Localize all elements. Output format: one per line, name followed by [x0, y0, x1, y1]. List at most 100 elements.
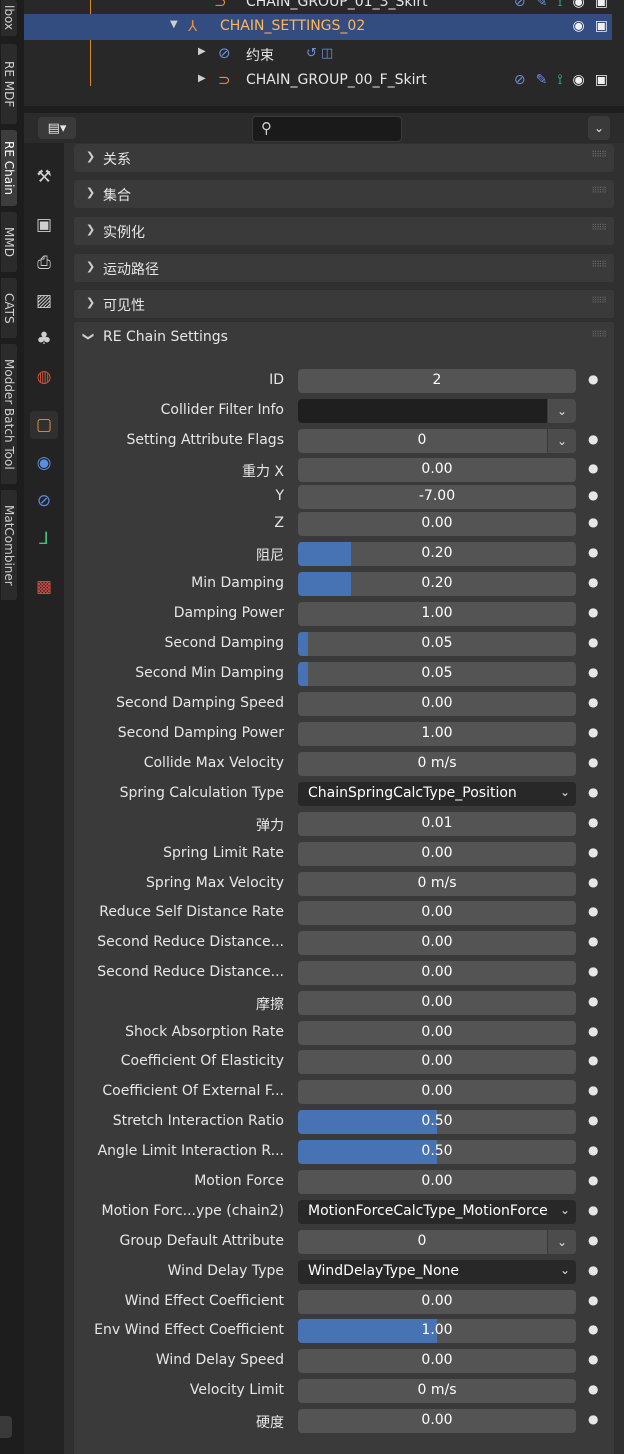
eye-icon[interactable]: ◉ [573, 72, 585, 88]
scene-icon[interactable]: ♣ [30, 325, 58, 353]
number-field[interactable]: 0.00 [298, 931, 576, 955]
object-icon[interactable]: ▢ [30, 411, 58, 439]
keyframe-dot-icon[interactable]: ● [588, 815, 598, 829]
camera-icon[interactable]: ▣ [595, 0, 608, 10]
drag-handle-icon[interactable]: ⠿⠿⠿ [591, 296, 607, 305]
data-icon[interactable]: ⅃ [30, 525, 58, 553]
section-collections[interactable]: ❯ 集合 ⠿⠿⠿ [74, 180, 614, 208]
render-icon[interactable]: ▣ [30, 211, 58, 239]
side-tab-matcombiner[interactable]: MatCombiner [1, 490, 17, 600]
number-field[interactable]: 0.50 [298, 1110, 576, 1134]
keyframe-dot-icon[interactable]: ● [588, 372, 598, 386]
constraint-icon[interactable]: ⊘ [514, 72, 526, 88]
number-field[interactable]: 1.00 [298, 602, 576, 626]
chevron-down-icon[interactable]: ⌄ [547, 399, 576, 423]
physics-icon[interactable]: ◉ [30, 449, 58, 477]
number-field[interactable]: 0.00 [298, 1349, 576, 1373]
number-field[interactable]: 0.20 [298, 572, 576, 596]
drag-handle-icon[interactable]: ⠿⠿⠿ [591, 186, 607, 195]
wrench-icon[interactable]: ✎ [536, 0, 548, 10]
keyframe-dot-icon[interactable]: ● [588, 875, 598, 889]
keyframe-dot-icon[interactable]: ● [588, 1053, 598, 1067]
editor-type-button[interactable]: ▤▾ [38, 117, 76, 139]
chevron-down-icon[interactable]: ⌄ [547, 429, 576, 453]
keyframe-dot-icon[interactable]: ● [588, 1263, 598, 1277]
number-field[interactable]: 0.00 [298, 1409, 576, 1433]
drag-handle-icon[interactable]: ⠿⠿⠿ [591, 150, 607, 159]
number-field[interactable]: 0.00 [298, 1170, 576, 1194]
keyframe-dot-icon[interactable]: ● [588, 575, 598, 589]
keyframe-dot-icon[interactable]: ● [588, 1203, 598, 1217]
keyframe-dot-icon[interactable]: ● [588, 545, 598, 559]
enum-dropdown[interactable]: WindDelayType_None ⌄ [298, 1260, 576, 1284]
number-field[interactable]: 2 [298, 369, 576, 393]
outliner-row[interactable]: ▶ ⊃ CHAIN_GROUP_00_F_Skirt ⊘ ✎ ⟟ ◉ ▣ [24, 68, 612, 94]
number-field[interactable]: 0.05 [298, 632, 576, 656]
keyframe-dot-icon[interactable]: ● [588, 755, 598, 769]
texture-icon[interactable]: ▩ [30, 573, 58, 601]
section-relations[interactable]: ❯ 关系 ⠿⠿⠿ [74, 144, 614, 172]
camera-icon[interactable]: ▣ [595, 72, 608, 88]
number-field[interactable]: 0.00 [298, 692, 576, 716]
section-instancing[interactable]: ❯ 实例化 ⠿⠿⠿ [74, 217, 614, 245]
side-tab-re-chain[interactable]: RE Chain [1, 130, 17, 206]
keyframe-dot-icon[interactable]: ● [588, 1083, 598, 1097]
eye-icon[interactable]: ◉ [573, 0, 585, 10]
number-field[interactable]: 0.01 [298, 812, 576, 836]
re-chain-settings-header[interactable]: ❯ RE Chain Settings ⠿⠿⠿ [74, 324, 614, 352]
keyframe-dot-icon[interactable]: ● [588, 432, 598, 446]
side-tab-re-mdf[interactable]: RE MDF [1, 44, 17, 124]
keyframe-dot-icon[interactable]: ● [588, 725, 598, 739]
keyframe-dot-icon[interactable]: ● [588, 785, 598, 799]
number-field[interactable]: 0.05 [298, 662, 576, 686]
side-tab-modder-batch-tool[interactable]: Modder Batch Tool [1, 344, 17, 484]
side-tab-mmd[interactable]: MMD [1, 212, 17, 272]
number-field[interactable]: 0.00 [298, 961, 576, 985]
side-tab-lbox[interactable]: lbox [1, 0, 17, 36]
keyframe-dot-icon[interactable]: ● [588, 1173, 598, 1187]
number-field[interactable]: 0.00 [298, 842, 576, 866]
number-field[interactable]: 0.00 [298, 1021, 576, 1045]
number-field[interactable]: 0.00 [298, 512, 576, 536]
number-field[interactable]: 0.00 [298, 991, 576, 1015]
number-field[interactable]: -7.00 [298, 485, 576, 509]
chevron-down-icon[interactable]: ⌄ [547, 1230, 576, 1254]
keyframe-dot-icon[interactable]: ● [588, 1322, 598, 1336]
output-icon[interactable]: ⎙ [30, 249, 58, 277]
chevron-right-icon[interactable]: ▶ [198, 73, 206, 84]
keyframe-dot-icon[interactable]: ● [588, 845, 598, 859]
number-field[interactable]: 0.00 [298, 1050, 576, 1074]
constraint-icon[interactable]: ⊘ [514, 0, 526, 10]
text-field[interactable]: ⌄ [298, 399, 576, 423]
drag-handle-icon[interactable]: ⠿⠿⠿ [591, 330, 607, 339]
side-tab-scroll-handle[interactable] [0, 1416, 12, 1438]
keyframe-dot-icon[interactable]: ● [588, 695, 598, 709]
keyframe-dot-icon[interactable]: ● [588, 934, 598, 948]
number-field[interactable]: 0.00 [298, 458, 576, 482]
keyframe-dot-icon[interactable]: ● [588, 488, 598, 502]
options-button[interactable]: ⌄ [588, 116, 610, 140]
view-layer-icon[interactable]: ▨ [30, 287, 58, 315]
camera-icon[interactable]: ▣ [595, 18, 608, 34]
constraint-icon[interactable]: ⊘ [30, 487, 58, 515]
number-field[interactable]: 1.00 [298, 722, 576, 746]
tool-icon[interactable]: ⚒ [30, 163, 58, 191]
enum-dropdown[interactable]: MotionForceCalcType_MotionForce ⌄ [298, 1200, 576, 1224]
keyframe-dot-icon[interactable]: ● [588, 1382, 598, 1396]
keyframe-dot-icon[interactable]: ● [588, 1412, 598, 1426]
outliner-row-selected[interactable]: ▼ ⅄ CHAIN_SETTINGS_02 ◉ ▣ [24, 14, 612, 40]
wrench-icon[interactable]: ✎ [536, 72, 548, 88]
int-dropdown-field[interactable]: 0 ⌄ [298, 1230, 576, 1254]
keyframe-dot-icon[interactable]: ● [588, 515, 598, 529]
number-field[interactable]: 0 m/s [298, 752, 576, 776]
number-field[interactable]: 0.00 [298, 1290, 576, 1314]
keyframe-dot-icon[interactable]: ● [588, 1113, 598, 1127]
side-tab-cats[interactable]: CATS [1, 278, 17, 338]
number-field[interactable]: 0 m/s [298, 872, 576, 896]
number-field[interactable]: 0.50 [298, 1140, 576, 1164]
search-input[interactable]: ⚲ [252, 116, 402, 142]
keyframe-dot-icon[interactable]: ● [588, 964, 598, 978]
keyframe-dot-icon[interactable]: ● [588, 1352, 598, 1366]
number-field[interactable]: 1.00 [298, 1319, 576, 1343]
world-icon[interactable]: ◍ [30, 363, 58, 391]
